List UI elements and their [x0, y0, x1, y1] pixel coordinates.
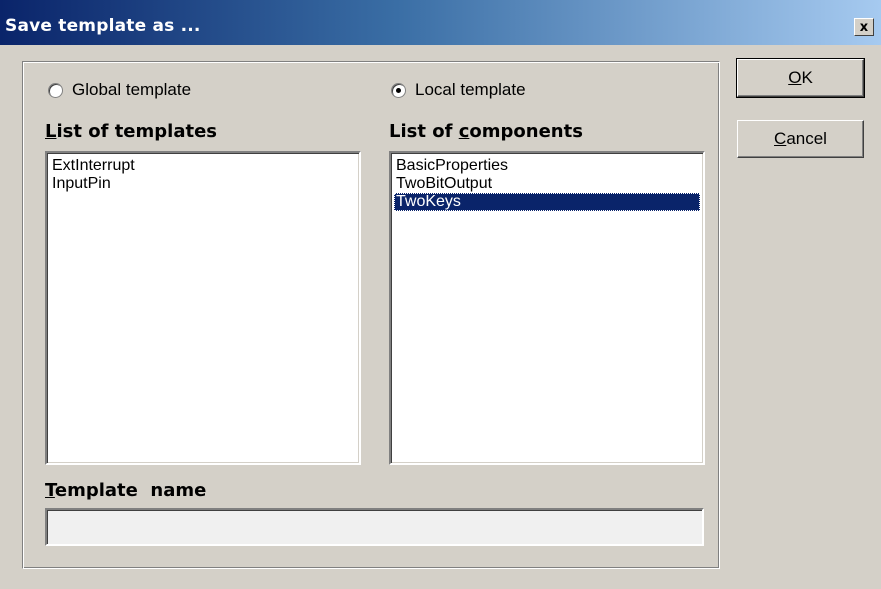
- close-button[interactable]: x: [854, 18, 874, 36]
- template-name-input[interactable]: [45, 508, 704, 546]
- list-of-templates-label: List of templates: [45, 121, 217, 142]
- local-template-label: Local template: [415, 80, 526, 99]
- local-template-radio[interactable]: Local template: [391, 80, 526, 100]
- component-list-item[interactable]: TwoKeys: [394, 193, 700, 211]
- list-of-components-label: List of components: [389, 121, 583, 142]
- title-bar[interactable]: Save template as ... x: [0, 0, 881, 45]
- components-listbox[interactable]: BasicProperties TwoBitOutput TwoKeys: [389, 151, 705, 465]
- window-title: Save template as ...: [5, 16, 201, 36]
- radio-checked-icon: [391, 82, 406, 98]
- component-list-item[interactable]: BasicProperties: [394, 157, 700, 175]
- template-name-label: Template name: [45, 480, 207, 501]
- radio-unchecked-icon: [48, 82, 63, 98]
- ok-button[interactable]: OK: [736, 58, 865, 98]
- template-list-item[interactable]: ExtInterrupt: [50, 157, 356, 175]
- cancel-button[interactable]: Cancel: [737, 120, 864, 158]
- global-template-label: Global template: [72, 80, 192, 99]
- templates-listbox[interactable]: ExtInterrupt InputPin: [45, 151, 361, 465]
- close-icon: x: [859, 19, 869, 35]
- save-template-dialog: Save template as ... x Global template L…: [0, 0, 881, 589]
- component-list-item[interactable]: TwoBitOutput: [394, 175, 700, 193]
- template-list-item[interactable]: InputPin: [50, 175, 356, 193]
- global-template-radio[interactable]: Global template: [48, 80, 191, 100]
